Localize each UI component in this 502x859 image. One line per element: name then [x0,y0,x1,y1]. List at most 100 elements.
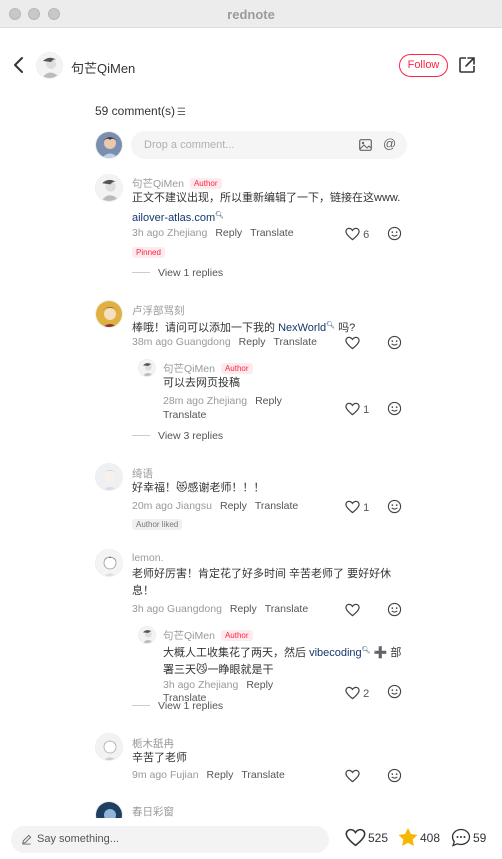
reply-button[interactable]: Reply [239,336,266,348]
view-replies-label[interactable]: View 1 replies [158,700,223,712]
mention-icon[interactable]: @ [383,136,396,151]
comment-time-location: 38m ago Guangdong [132,336,231,348]
comment-text-part: 棒哦！请问可以添加一下我的 [132,322,279,334]
emoji-reaction-icon[interactable] [387,499,402,514]
comment-text: 辛苦了老师 [132,752,187,764]
reply-meta: 3h ago Zhejiang Reply [163,679,273,691]
post-like-button[interactable]: 525 [345,828,388,850]
heart-icon [345,686,360,700]
translate-button[interactable]: Translate [255,500,298,512]
commenter-name[interactable]: 句芒QiMen Author [132,176,222,191]
reply-button[interactable]: Reply [255,395,282,407]
pinned-badge: Pinned [132,247,165,258]
link-icon: 🔍︎ [361,647,371,654]
link-icon: 🔍︎ [326,322,336,329]
reply-time-location: 28m ago Zhejiang [163,395,248,407]
reply-text-part: 署三天😼一睁眼就是干 [163,664,274,676]
reply-author-name-text[interactable]: 句芒QiMen [163,363,215,375]
comment-time-location: 3h ago Zhejiang [132,227,208,239]
view-replies-link[interactable]: View 3 replies [132,430,223,442]
commenter-name[interactable]: 卢浮部骂刻 [132,303,185,318]
like-button[interactable] [345,603,360,617]
commenter-avatar[interactable] [95,549,123,577]
commenter-avatar[interactable] [95,733,123,761]
sort-icon[interactable]: ☰ [177,107,186,118]
divider-line [132,435,150,436]
commenter-name[interactable]: lemon. [132,552,164,564]
share-icon[interactable] [458,56,476,74]
emoji-reaction-icon[interactable] [387,335,402,350]
post-comments-button[interactable]: 59 [451,828,486,850]
emoji-reaction-icon[interactable] [387,401,402,416]
comment-time-location: 9m ago Fujian [132,769,199,781]
reply-button[interactable]: Reply [215,227,242,239]
like-count: 6 [363,229,370,241]
heart-icon [345,603,360,617]
like-button[interactable]: 1 [345,500,369,514]
follow-button[interactable]: Follow [399,54,448,77]
reply-button[interactable]: Reply [246,679,273,691]
link-icon: 🔍︎ [215,212,225,219]
view-replies-label[interactable]: View 1 replies [158,267,223,279]
post-collect-button[interactable]: 408 [398,828,440,850]
comment-input[interactable]: Drop a comment... @ [131,131,407,159]
reply-button[interactable]: Reply [230,603,257,615]
like-button[interactable]: 6 [345,227,369,241]
comment-link[interactable]: NexWorld [278,322,326,334]
emoji-reaction-icon[interactable] [387,684,402,699]
commenter-name[interactable]: 春日彩窗 [132,804,174,819]
view-replies-label[interactable]: View 3 replies [158,430,223,442]
comment-input-placeholder: Drop a comment... [144,139,235,151]
say-something-input[interactable]: Say something... [11,826,329,853]
view-replies-link[interactable]: View 1 replies [132,267,223,279]
reply-author-name-text[interactable]: 句芒QiMen [163,630,215,642]
translate-button[interactable]: Translate [274,336,317,348]
author-name[interactable]: 句芒QiMen [71,58,135,77]
emoji-reaction-icon[interactable] [387,226,402,241]
like-button[interactable]: 1 [345,402,369,416]
divider-line [132,272,150,273]
reply-button[interactable]: Reply [220,500,247,512]
comment-meta: 3h ago Guangdong Reply Translate [132,603,308,615]
comment-meta: 20m ago Jiangsu Reply Translate [132,500,298,512]
commenter-avatar[interactable] [95,463,123,491]
commenter-name[interactable]: 栀木舐冉 [132,736,174,751]
like-count: 2 [363,688,370,700]
like-button[interactable] [345,769,360,783]
view-replies-link[interactable]: View 1 replies [132,700,223,712]
emoji-reaction-icon[interactable] [387,602,402,617]
reply-avatar[interactable] [138,359,156,377]
divider-line [132,705,150,706]
like-button[interactable] [345,336,360,350]
commenter-avatar[interactable] [95,174,123,202]
reply-text-part: ➕ 部 [370,647,402,659]
comment-text: 棒哦！请问可以添加一下我的 NexWorld🔍︎ 吗? [132,317,412,337]
author-badge: Author [189,178,222,189]
reply-text: 大概人工收集花了两天，然后 vibecoding🔍︎ ➕ 部 署三天😼一睁眼就是… [163,642,413,679]
comment-count: 59 comment(s) ☰ [95,104,186,118]
translate-button[interactable]: Translate [265,603,308,615]
emoji-reaction-icon[interactable] [387,768,402,783]
comment-text: 正文不建议出现，所以重新编辑了一下，链接在这www. ailover-atlas… [132,190,412,227]
translate-button[interactable]: Translate [163,409,206,421]
author-avatar[interactable] [36,52,63,79]
pencil-icon [22,834,32,845]
reply-author-name[interactable]: 句芒QiMen Author [163,628,253,643]
comment-text: 好幸福！😻感谢老师！！！ [132,482,265,494]
like-button[interactable]: 2 [345,686,369,700]
reply-meta: 28m ago Zhejiang Reply [163,395,282,407]
comment-link[interactable]: ailover-atlas.com [132,212,215,224]
reply-avatar[interactable] [138,626,156,644]
commenter-name[interactable]: 绮语 [132,466,153,481]
commenter-avatar[interactable] [95,300,123,328]
translate-button[interactable]: Translate [241,769,284,781]
reply-button[interactable]: Reply [207,769,234,781]
reply-author-name[interactable]: 句芒QiMen Author [163,361,253,376]
comment-text-part: 老师好厉害！肯定花了好多时间 辛苦老师了 要好好休 [132,568,392,580]
image-icon[interactable] [359,139,372,151]
reply-link[interactable]: vibecoding [309,647,362,659]
heart-icon [345,500,360,514]
translate-button[interactable]: Translate [250,227,293,239]
commenter-name-text[interactable]: 句芒QiMen [132,178,184,190]
back-arrow-icon[interactable] [10,55,28,75]
